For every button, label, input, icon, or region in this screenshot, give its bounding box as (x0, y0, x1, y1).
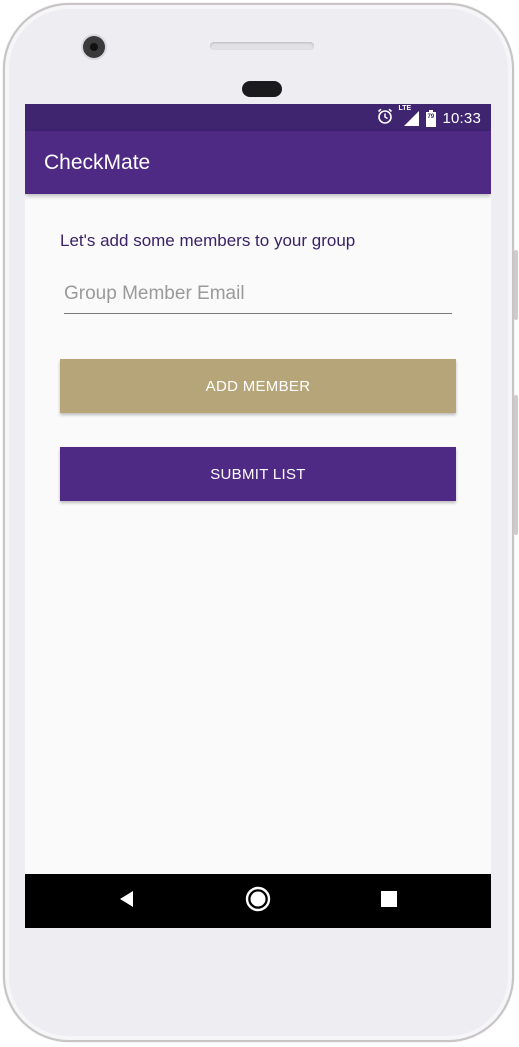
volume-button (514, 395, 518, 535)
add-member-button[interactable]: ADD MEMBER (60, 359, 456, 413)
app-bar: CheckMate (25, 131, 491, 194)
status-bar: LTE 79 10:33 (25, 104, 491, 131)
battery-level: 79 (427, 113, 435, 120)
earpiece-speaker (210, 42, 314, 50)
front-camera (83, 36, 105, 58)
network-label: LTE (398, 105, 412, 112)
battery-icon: 79 (426, 109, 437, 127)
group-member-email-input[interactable] (64, 278, 452, 314)
status-icons: LTE 79 10:33 (376, 105, 481, 130)
home-button[interactable] (242, 885, 274, 917)
status-time: 10:33 (442, 109, 481, 127)
alarm-icon (376, 107, 394, 130)
home-icon (245, 886, 271, 917)
navigation-bar (25, 874, 491, 928)
proximity-sensor (242, 81, 282, 97)
back-button[interactable] (111, 885, 143, 917)
add-members-prompt: Let's add some members to your group (60, 231, 356, 250)
device-screen: LTE 79 10:33 CheckMate Let's add some me… (25, 104, 491, 928)
app-title: CheckMate (44, 151, 151, 174)
power-button (514, 250, 518, 320)
recents-button[interactable] (373, 885, 405, 917)
submit-list-button[interactable]: SUBMIT LIST (60, 447, 456, 501)
lte-signal-icon: LTE (398, 105, 420, 127)
back-icon (118, 890, 136, 913)
recents-icon (381, 890, 397, 912)
